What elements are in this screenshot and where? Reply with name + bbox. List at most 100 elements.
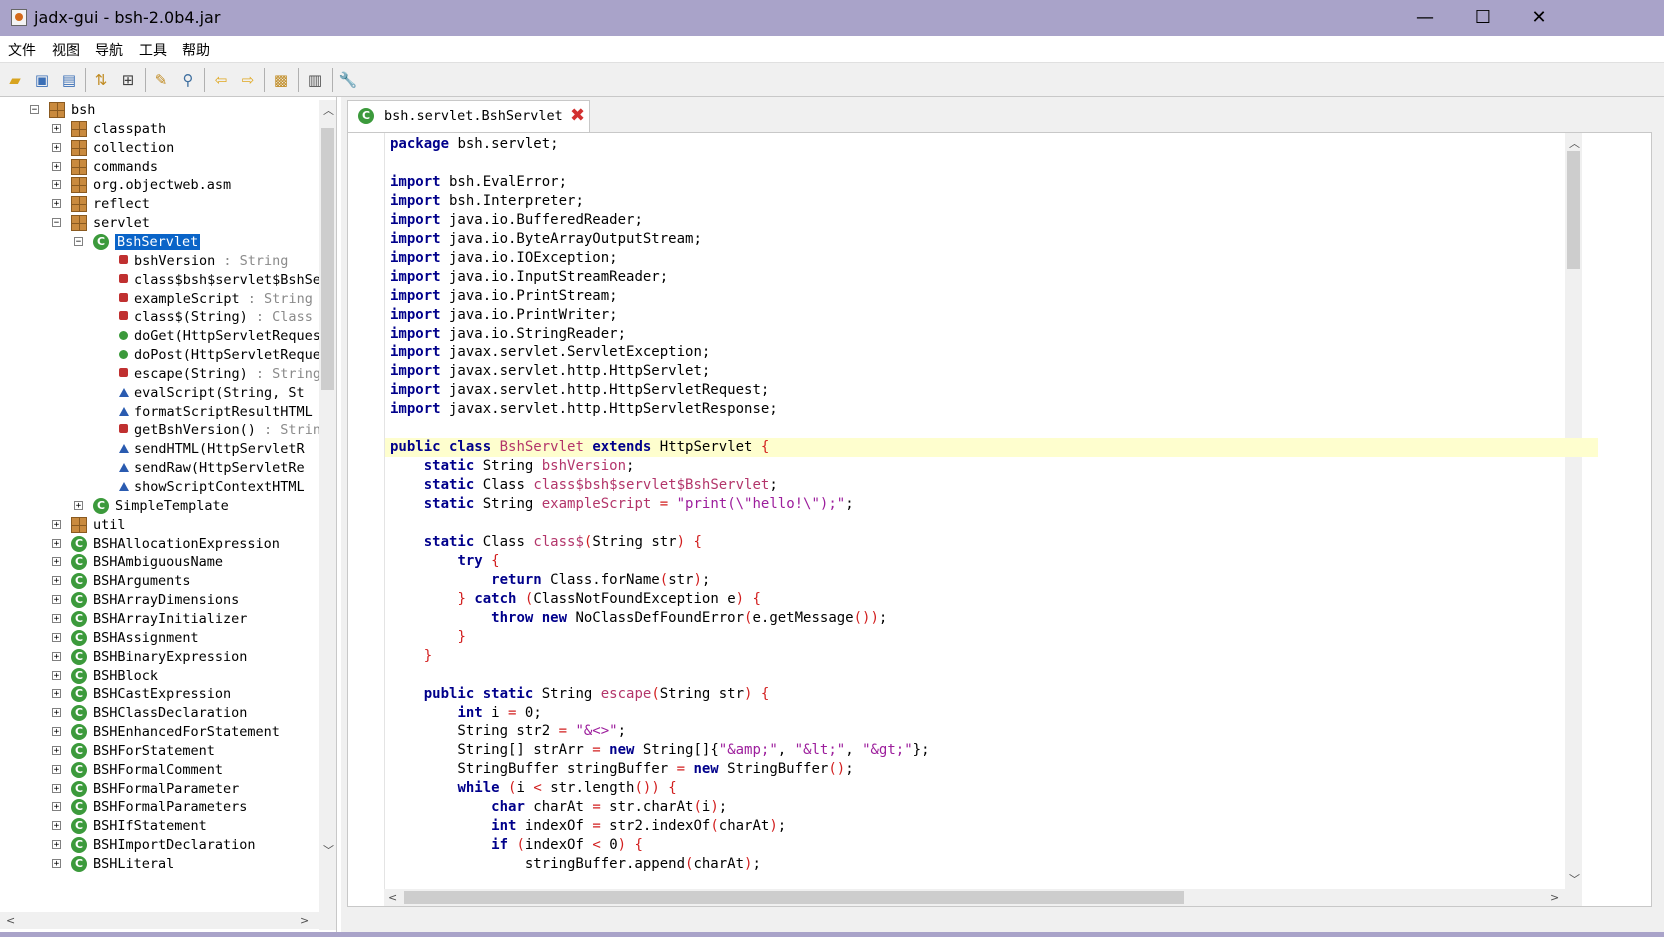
tree-expander[interactable]: + [52,576,61,586]
project-tree[interactable]: − bsh + classpath + collection + commands + org.o… [0,97,337,932]
tree-expander[interactable]: + [52,840,61,850]
tree-node[interactable]: servlet [93,213,150,233]
tree-node[interactable]: sendHTML(HttpServletR [134,439,305,459]
menu-view[interactable]: 视图 [52,40,80,60]
tree-expander[interactable]: + [52,783,61,793]
deobfuscate-icon[interactable]: ▩ [271,70,291,90]
tree-expander[interactable]: + [52,142,61,152]
tree-expander[interactable]: + [52,557,61,567]
tree-node[interactable]: BshServlet [115,232,201,252]
tree-expander[interactable]: + [52,821,61,831]
flatten-icon[interactable]: ⊞ [118,70,138,90]
tree-expander[interactable]: + [52,708,61,718]
code-horizontal-scrollbar[interactable]: < > [384,889,1565,906]
tree-node[interactable]: evalScript(String, St [134,383,305,403]
tree-node[interactable]: escape(String) : String [134,364,321,384]
tree-node[interactable]: BSHClassDeclaration [93,703,247,723]
back-icon[interactable]: ⇦ [211,70,231,90]
tree-scroll-thumb[interactable] [321,128,334,390]
decompile-icon[interactable]: ✎ [151,70,171,90]
tree-node[interactable]: bshVersion : String [134,251,288,271]
scroll-right-icon[interactable]: > [1550,891,1559,904]
scroll-left-icon[interactable]: < [388,891,397,904]
scroll-down-icon[interactable]: ﹀ [323,842,334,858]
tree-node[interactable]: org.objectweb.asm [93,175,231,195]
tree-expander[interactable]: + [52,161,61,171]
scroll-left-icon[interactable]: < [6,914,15,927]
tree-node[interactable]: doPost(HttpServletRequest [134,345,336,365]
tree-node[interactable]: BSHCastExpression [93,684,231,704]
tree-node[interactable]: class$(String) : Class [134,307,313,327]
tree-node[interactable]: BSHAssignment [93,628,199,648]
tree-expander[interactable]: + [52,651,61,661]
tree-expander[interactable]: − [52,218,61,228]
tree-node[interactable]: BSHForStatement [93,741,215,761]
tree-node[interactable]: BSHFormalParameter [93,779,239,799]
tree-node[interactable]: BSHArrayDimensions [93,590,239,610]
open-file-icon[interactable]: ▰ [5,70,25,90]
tree-expander[interactable]: + [52,745,61,755]
tree-horizontal-scrollbar[interactable]: < > [0,912,319,929]
tree-vertical-scrollbar[interactable]: ︿ ﹀ [319,100,336,930]
minimize-button[interactable]: — [1395,0,1455,36]
preferences-icon[interactable]: 🔧 [338,70,358,90]
tree-node[interactable]: BSHBinaryExpression [93,647,247,667]
log-icon[interactable]: ▥ [305,70,325,90]
tree-expander[interactable]: + [52,595,61,605]
tree-node[interactable]: BSHArrayInitializer [93,609,247,629]
tree-expander[interactable]: − [74,236,83,246]
tree-expander[interactable]: + [52,764,61,774]
tree-node[interactable]: SimpleTemplate [115,496,229,516]
tree-node[interactable]: BSHImportDeclaration [93,835,256,855]
menu-navigate[interactable]: 导航 [95,40,123,60]
tree-node[interactable]: collection [93,138,174,158]
tree-node[interactable]: BSHIfStatement [93,816,207,836]
tree-node[interactable]: BSHEnhancedForStatement [93,722,280,742]
tree-node[interactable]: BSHFormalComment [93,760,223,780]
code-scroll-thumb[interactable] [1567,151,1580,269]
tree-expander[interactable]: + [52,632,61,642]
tree-node[interactable]: formatScriptResultHTML [134,402,313,422]
tree-node[interactable]: class$bsh$servlet$BshServlet [134,270,336,290]
close-button[interactable]: ✕ [1509,0,1569,36]
tree-node[interactable]: showScriptContextHTML [134,477,305,497]
tree-expander[interactable]: + [52,123,61,133]
export-icon[interactable]: ▤ [59,70,79,90]
save-all-icon[interactable]: ▣ [32,70,52,90]
tree-node[interactable]: util [93,515,126,535]
tree-expander[interactable]: + [52,859,61,869]
scroll-right-icon[interactable]: > [300,914,309,927]
tree-node[interactable]: BSHAllocationExpression [93,534,280,554]
close-tab-icon[interactable]: ✖ [570,105,585,126]
tab-bsh-servlet[interactable]: C bsh.servlet.BshServlet ✖ [347,100,590,132]
tree-node[interactable]: sendRaw(HttpServletRe [134,458,305,478]
tree-expander[interactable]: + [52,538,61,548]
maximize-button[interactable]: ☐ [1453,0,1513,36]
menu-file[interactable]: 文件 [8,40,36,60]
forward-icon[interactable]: ⇨ [238,70,258,90]
tree-node[interactable]: classpath [93,119,166,139]
tree-expander[interactable]: + [52,802,61,812]
tree-expander[interactable]: + [52,670,61,680]
tree-expander[interactable]: + [52,613,61,623]
tree-node[interactable]: BSHArguments [93,571,191,591]
tree-node[interactable]: doGet(HttpServletRequest [134,326,329,346]
tree-node[interactable]: BSHAmbiguousName [93,552,223,572]
search-icon[interactable]: ⚲ [178,70,198,90]
tree-expander[interactable]: + [52,689,61,699]
sync-icon[interactable]: ⇅ [91,70,111,90]
menu-help[interactable]: 帮助 [182,40,210,60]
tree-node[interactable]: getBshVersion() : String [134,420,329,440]
tree-expander[interactable]: + [52,180,61,190]
code-hscroll-thumb[interactable] [404,891,1184,904]
code-vertical-scrollbar[interactable]: ︿ ﹀ [1565,133,1582,906]
tree-node[interactable]: commands [93,157,158,177]
scroll-down-icon[interactable]: ﹀ [1569,871,1580,887]
tree-node[interactable]: BSHFormalParameters [93,797,247,817]
tree-node[interactable]: BSHLiteral [93,854,174,874]
tree-node[interactable]: bsh [71,100,95,120]
tree-expander[interactable]: − [30,105,39,115]
tree-node[interactable]: BSHBlock [93,666,158,686]
tree-expander[interactable]: + [52,727,61,737]
tree-node[interactable]: exampleScript : String [134,289,313,309]
